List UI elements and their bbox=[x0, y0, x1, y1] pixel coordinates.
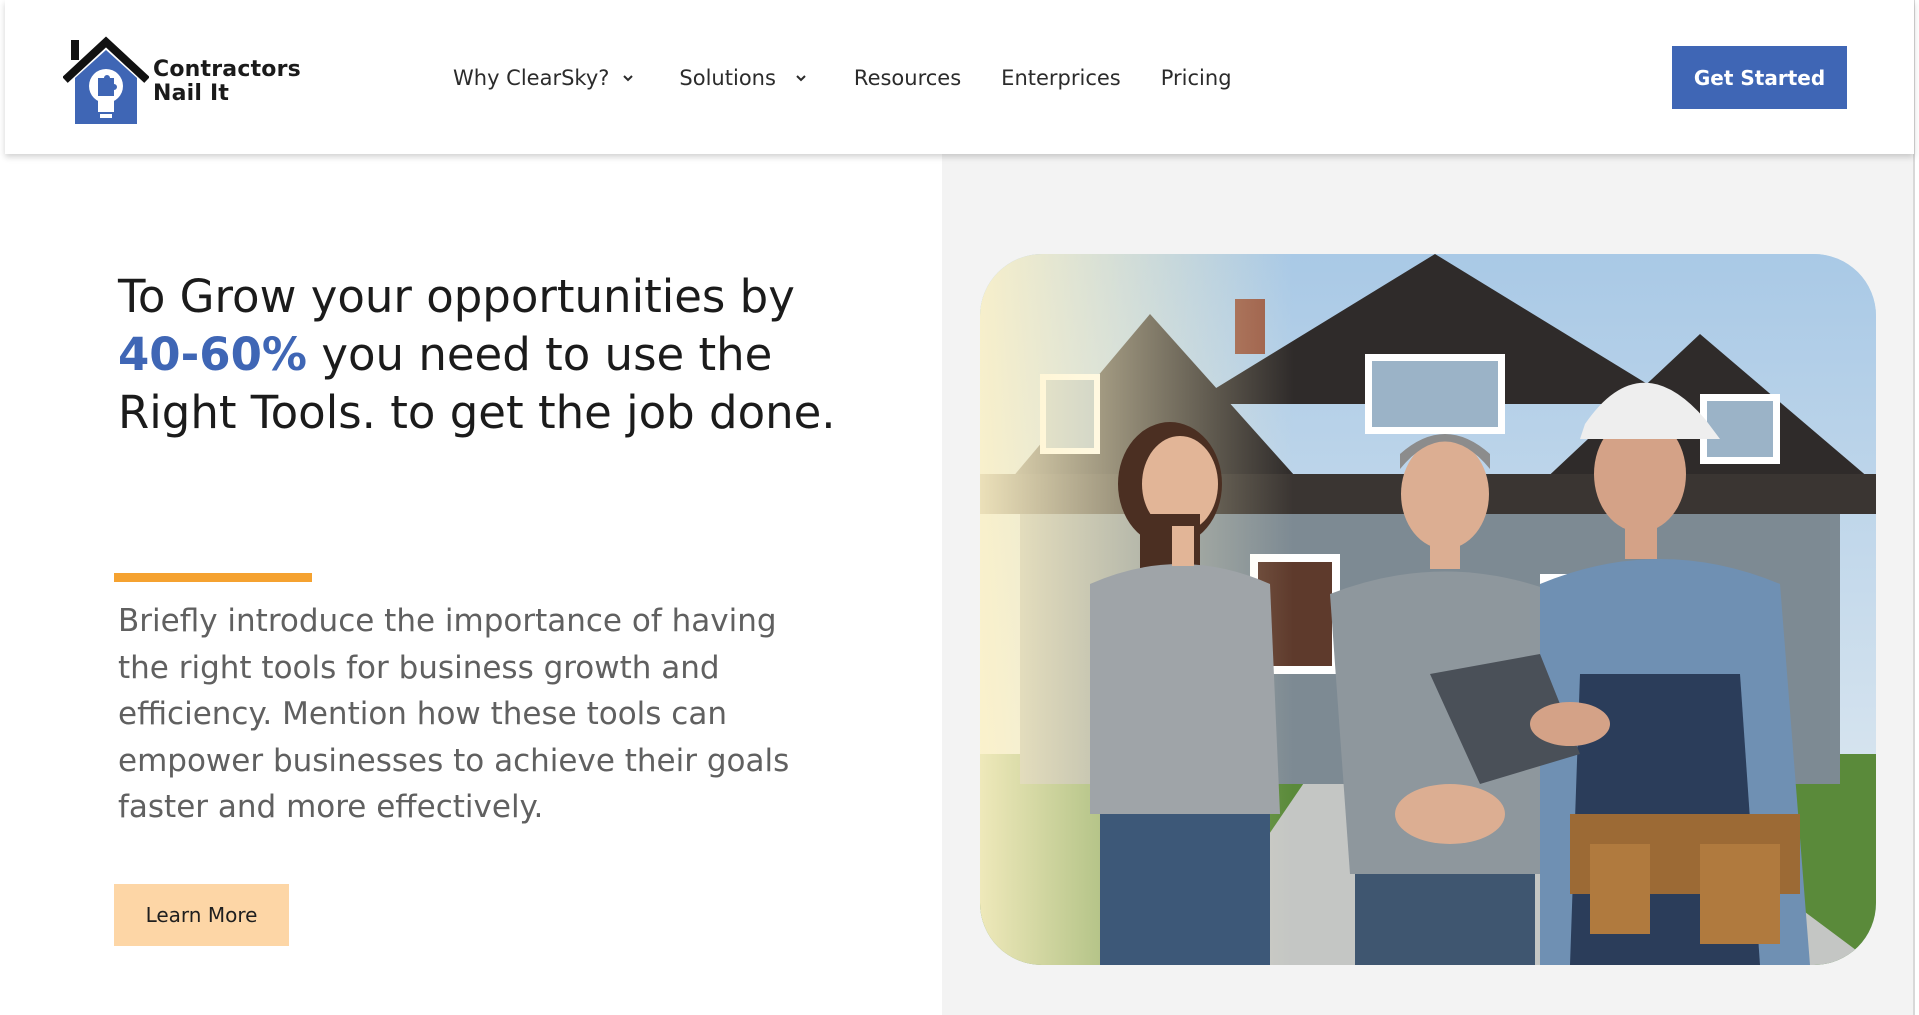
nav-item-label: Resources bbox=[853, 66, 962, 90]
brand-name-line1: Contractors bbox=[153, 57, 301, 82]
nav-item-label: Enterprices bbox=[1001, 66, 1121, 90]
brand-name-line2: Nail It bbox=[153, 81, 230, 106]
chevron-down-icon bbox=[623, 75, 634, 82]
nav-item-enterprices[interactable]: Enterprices bbox=[1001, 66, 1121, 90]
house-lightbulb-logo-icon bbox=[63, 36, 149, 124]
nav-item-solutions[interactable]: Solutions bbox=[679, 66, 808, 90]
hero-headline: To Grow your opportunities by 40-60% you… bbox=[118, 268, 838, 442]
get-started-button[interactable]: Get Started bbox=[1672, 46, 1847, 109]
brand-logo[interactable]: Contractors Nail It bbox=[63, 34, 323, 126]
chevron-down-icon bbox=[796, 75, 806, 82]
nav-item-label: Why ClearSky? bbox=[453, 66, 610, 90]
brand-name: Contractors Nail It bbox=[153, 58, 301, 106]
hero-intro-text: Briefly introduce the importance of havi… bbox=[118, 603, 790, 825]
nav-item-label: Solutions bbox=[679, 66, 776, 90]
headline-part1: To Grow your opportunities by bbox=[118, 270, 795, 323]
learn-more-button[interactable]: Learn More bbox=[114, 884, 289, 946]
nav-item-label: Pricing bbox=[1160, 66, 1232, 90]
headline-highlight: 40-60% bbox=[118, 328, 308, 381]
nav-item-why-clearsky[interactable]: Why ClearSky? bbox=[453, 66, 635, 90]
nav-item-resources[interactable]: Resources bbox=[854, 66, 961, 90]
main-nav: Why ClearSky? Solutions Resources Enterp… bbox=[453, 60, 1272, 96]
contractor-homeowners-photo bbox=[980, 254, 1876, 965]
nav-item-pricing[interactable]: Pricing bbox=[1161, 66, 1232, 90]
page: Contractors Nail It Why ClearSky? Soluti… bbox=[0, 0, 1919, 1015]
accent-divider bbox=[114, 573, 312, 582]
site-header: Contractors Nail It Why ClearSky? Soluti… bbox=[5, 0, 1914, 154]
